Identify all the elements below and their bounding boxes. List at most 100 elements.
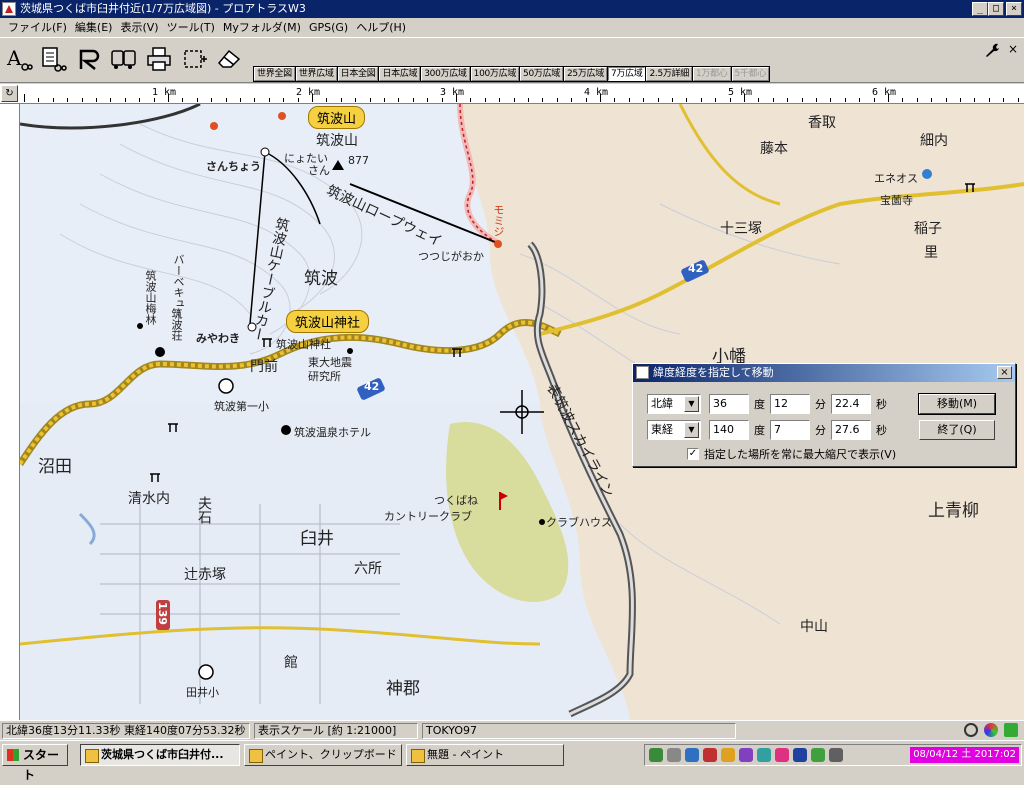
volume-icon[interactable]: [667, 748, 681, 762]
ruler-tick: [729, 98, 731, 102]
text-search-tool[interactable]: A: [4, 44, 34, 74]
ruler-tick: [340, 98, 342, 102]
latitude-hemisphere-value: 北緯: [651, 397, 673, 410]
second-unit-label: 秒: [876, 398, 887, 411]
scale-button-disabled: 1万都心: [692, 67, 731, 81]
latitude-hemisphere-select[interactable]: 北緯 ▼: [647, 394, 701, 414]
taskbar-item-paint[interactable]: 無題 - ペイント: [406, 744, 564, 766]
magnifier-icon[interactable]: [964, 723, 978, 737]
toolbar-close-icon[interactable]: ×: [1008, 42, 1018, 56]
ruler-tick: [182, 98, 184, 102]
scale-button[interactable]: 300万広域: [421, 67, 470, 81]
dropdown-arrow-icon[interactable]: ▼: [684, 396, 699, 412]
menu-gps[interactable]: GPS(G): [305, 18, 352, 37]
tray-app-icon[interactable]: [721, 748, 735, 762]
scale-button[interactable]: 日本広域: [379, 67, 421, 81]
tray-app-icon[interactable]: [793, 748, 807, 762]
map-label: 筑波山梅林: [144, 270, 157, 325]
printer-icon: [147, 47, 171, 71]
map-view[interactable]: 筑波山 筑波山 にょたい さん 877 さんちょう 筑波山ロープウェイ モミジ …: [20, 104, 1024, 720]
ruler-label: 3 km: [440, 87, 465, 98]
eraser-tool[interactable]: [214, 44, 244, 74]
scale-button[interactable]: 25万広域: [563, 67, 607, 81]
clock[interactable]: 08/04/12 土 2017:02: [910, 747, 1019, 763]
longitude-hemisphere-select[interactable]: 東経 ▼: [647, 420, 701, 440]
ruler-tick: [499, 98, 501, 102]
taskbar-item-paint-clipboard[interactable]: ペイント、クリップボード: [244, 744, 402, 766]
ruler-tick: [830, 98, 832, 102]
tray-app-icon[interactable]: [829, 748, 843, 762]
refresh-icon[interactable]: ↻: [1, 85, 18, 102]
tray-app-icon[interactable]: [703, 748, 717, 762]
menu-file[interactable]: ファイル(F): [4, 18, 71, 37]
map-label: 筑波温泉ホテル: [294, 426, 371, 439]
scale-button[interactable]: 世界全図: [254, 67, 295, 81]
vertical-ruler: [0, 104, 20, 720]
close-button[interactable]: ×: [1006, 2, 1022, 16]
scale-button-active[interactable]: 7万広域: [607, 67, 646, 81]
scale-button[interactable]: 50万広域: [520, 67, 563, 81]
dropdown-arrow-icon[interactable]: ▼: [684, 422, 699, 438]
scale-button[interactable]: 100万広域: [470, 67, 520, 81]
longitude-degree-input[interactable]: 140: [709, 420, 749, 440]
ruler-tick: [254, 98, 256, 102]
layer-icon[interactable]: [1004, 723, 1018, 737]
menu-edit[interactable]: 編集(E): [71, 18, 117, 37]
menu-tools[interactable]: ツール(T): [163, 18, 219, 37]
eraser-icon: [217, 49, 241, 68]
latitude-minute-input[interactable]: 12: [770, 394, 810, 414]
latitude-second-input[interactable]: 22.4: [831, 394, 871, 414]
move-button[interactable]: 移動(M): [918, 393, 996, 415]
document-search-tool[interactable]: [38, 44, 68, 74]
menu-view[interactable]: 表示(V): [116, 18, 162, 37]
minimize-button[interactable]: _: [972, 2, 988, 16]
map-label: さん: [308, 164, 330, 177]
ruler-tick: [888, 94, 889, 102]
tray-app-icon[interactable]: [775, 748, 789, 762]
longitude-row: 東経 ▼ 140 度 7 分 27.6 秒: [647, 420, 892, 440]
network-icon[interactable]: [685, 748, 699, 762]
max-scale-checkbox[interactable]: ✓: [687, 448, 699, 460]
map-label: 細内: [920, 133, 948, 149]
end-button[interactable]: 終了(Q): [919, 420, 995, 440]
longitude-second-input[interactable]: 27.6: [831, 420, 871, 440]
start-button[interactable]: スタート: [2, 744, 68, 782]
maximize-button[interactable]: □: [988, 2, 1004, 16]
app-icon[interactable]: [2, 2, 16, 16]
transit-tool[interactable]: [108, 44, 138, 74]
area-tool[interactable]: [180, 44, 210, 74]
menu-help[interactable]: ヘルプ(H): [352, 18, 410, 37]
tray-app-icon[interactable]: [739, 748, 753, 762]
ruler-label: 1 km: [152, 87, 177, 98]
bus-icon: [111, 50, 136, 69]
dialog-close-button[interactable]: ×: [997, 366, 1012, 379]
tray-app-icon[interactable]: [811, 748, 825, 762]
longitude-minute-input[interactable]: 7: [770, 420, 810, 440]
ruler-tick: [571, 98, 573, 102]
scale-button[interactable]: 世界広域: [295, 67, 337, 81]
print-tool[interactable]: [144, 44, 174, 74]
dialog-title-bar[interactable]: 緯度経度を指定して移動 ×: [633, 364, 1015, 382]
tray-app-icon[interactable]: [757, 748, 771, 762]
max-scale-checkbox-label: 指定した場所を常に最大縮尺で表示(V): [704, 448, 897, 461]
scale-button[interactable]: 2.5万詳細: [646, 67, 692, 81]
ruler-tick: [168, 94, 169, 102]
document-search-icon: [42, 47, 67, 72]
dialog-title: 緯度経度を指定して移動: [653, 366, 774, 379]
scale-button[interactable]: 日本全図: [337, 67, 379, 81]
taskbar-item-proatlas[interactable]: 茨城県つくば市臼井付...: [80, 744, 240, 766]
ruler-tick: [124, 98, 126, 102]
ruler-tick: [398, 98, 400, 102]
map-label: 十三塚: [720, 221, 762, 237]
ruler-tick: [513, 98, 515, 102]
route-tool[interactable]: [74, 44, 104, 74]
wrench-icon[interactable]: [984, 42, 1000, 58]
color-icon[interactable]: [984, 723, 998, 737]
max-scale-checkbox-row[interactable]: ✓ 指定した場所を常に最大縮尺で表示(V): [687, 446, 896, 462]
menu-myfolder[interactable]: Myフォルダ(M): [219, 18, 305, 37]
tray-app-icon[interactable]: [649, 748, 663, 762]
ruler-tick: [528, 98, 529, 102]
latitude-degree-input[interactable]: 36: [709, 394, 749, 414]
status-bar: 北緯36度13分11.33秒 東経140度07分53.32秒 表示スケール [約…: [0, 720, 1024, 740]
ruler-tick: [585, 98, 587, 102]
